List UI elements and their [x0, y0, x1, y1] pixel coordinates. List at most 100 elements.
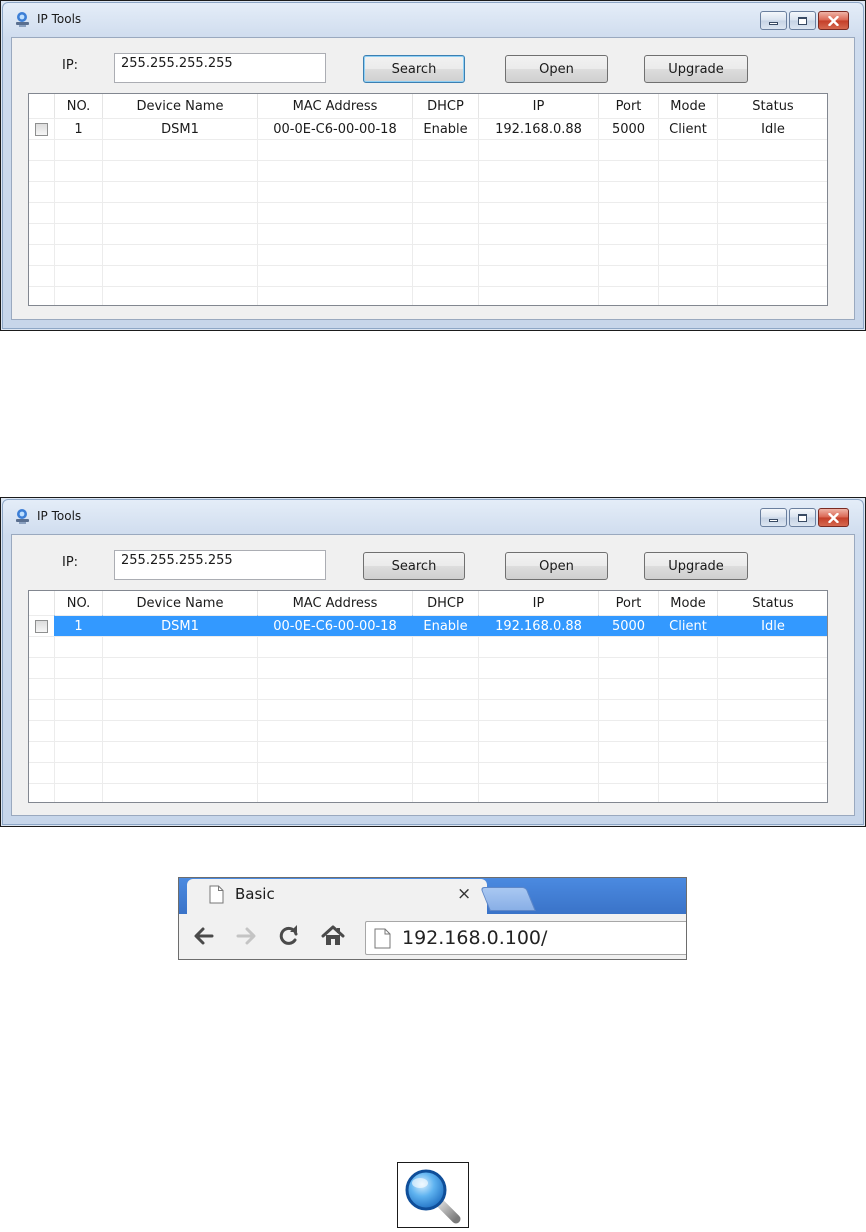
empty-cell	[103, 244, 258, 265]
empty-cell	[413, 139, 479, 160]
empty-cell	[55, 139, 103, 160]
empty-cell	[55, 762, 103, 783]
upgrade-button[interactable]: Upgrade	[644, 552, 748, 580]
reload-icon[interactable]	[276, 923, 302, 949]
empty-cell	[103, 160, 258, 181]
upgrade-button[interactable]: Upgrade	[644, 55, 748, 83]
ip-input[interactable]: 255.255.255.255	[114, 53, 326, 83]
empty-cell	[55, 244, 103, 265]
empty-table-row	[29, 223, 827, 244]
header-checkbox-column[interactable]	[29, 591, 55, 615]
close-button[interactable]	[818, 11, 849, 30]
column-header-dhcp[interactable]: DHCP	[413, 94, 479, 118]
table-row[interactable]: 1 DSM1 00-0E-C6-00-00-18 Enable 192.168.0.88…	[29, 615, 827, 636]
empty-table-row	[29, 160, 827, 181]
table-header: NO. Device Name MAC Address DHCP IP Port Mode S…	[29, 591, 827, 615]
new-tab-button[interactable]	[480, 887, 536, 911]
row-checkbox[interactable]	[35, 619, 48, 633]
empty-table-row	[29, 265, 827, 286]
empty-cell	[479, 244, 599, 265]
window-frame: IP Tools IP: 255.255.255.255 Search Open…	[2, 499, 864, 825]
column-header-mode[interactable]: Mode	[659, 94, 718, 118]
maximize-icon	[798, 16, 807, 25]
empty-cell	[659, 139, 718, 160]
column-header-mode[interactable]: Mode	[659, 591, 718, 615]
column-header-port[interactable]: Port	[599, 94, 659, 118]
row-checkbox[interactable]	[35, 122, 48, 136]
ip-input[interactable]: 255.255.255.255	[114, 550, 326, 580]
cell-device-name: DSM1	[103, 615, 258, 636]
empty-cell	[55, 699, 103, 720]
empty-cell	[718, 636, 827, 657]
empty-cell	[599, 762, 659, 783]
browser-tab[interactable]: Basic ×	[187, 879, 487, 915]
close-button[interactable]	[818, 508, 849, 527]
header-checkbox-column[interactable]	[29, 94, 55, 118]
open-button[interactable]: Open	[505, 55, 608, 83]
empty-cell	[55, 720, 103, 741]
open-button[interactable]: Open	[505, 552, 608, 580]
column-header-ip[interactable]: IP	[479, 591, 599, 615]
forward-arrow-icon[interactable]	[233, 923, 259, 949]
empty-cell	[258, 783, 413, 802]
empty-cell	[659, 657, 718, 678]
column-header-port[interactable]: Port	[599, 591, 659, 615]
empty-cell	[55, 286, 103, 305]
maximize-button[interactable]	[789, 508, 816, 527]
address-bar[interactable]: 192.168.0.100/	[365, 921, 686, 955]
column-header-device-name[interactable]: Device Name	[103, 591, 258, 615]
empty-cell	[659, 160, 718, 181]
empty-cell	[413, 657, 479, 678]
back-arrow-icon[interactable]	[191, 923, 217, 949]
empty-cell	[55, 783, 103, 802]
column-header-no[interactable]: NO.	[55, 591, 103, 615]
table-row[interactable]: 1 DSM1 00-0E-C6-00-00-18 Enable 192.168.0.88…	[29, 118, 827, 139]
empty-cell	[29, 657, 55, 678]
column-header-device-name[interactable]: Device Name	[103, 94, 258, 118]
empty-cell	[55, 657, 103, 678]
empty-cell	[718, 202, 827, 223]
empty-cell	[479, 160, 599, 181]
empty-cell	[659, 783, 718, 802]
column-header-ip[interactable]: IP	[479, 94, 599, 118]
empty-cell	[659, 699, 718, 720]
empty-cell	[258, 139, 413, 160]
minimize-button[interactable]	[760, 508, 787, 527]
column-header-status[interactable]: Status	[718, 94, 827, 118]
column-header-no[interactable]: NO.	[55, 94, 103, 118]
cell-device-name: DSM1	[103, 118, 258, 139]
cell-no: 1	[55, 615, 103, 636]
title-bar[interactable]: IP Tools	[9, 7, 857, 33]
maximize-button[interactable]	[789, 11, 816, 30]
empty-cell	[659, 202, 718, 223]
minimize-button[interactable]	[760, 11, 787, 30]
empty-cell	[103, 139, 258, 160]
empty-cell	[29, 783, 55, 802]
empty-cell	[599, 636, 659, 657]
search-button[interactable]: Search	[363, 552, 465, 580]
empty-cell	[29, 223, 55, 244]
empty-cell	[258, 181, 413, 202]
home-icon[interactable]	[320, 923, 346, 949]
empty-cell	[29, 181, 55, 202]
search-button[interactable]: Search	[363, 55, 465, 83]
title-bar[interactable]: IP Tools	[9, 504, 857, 530]
cell-ip: 192.168.0.88	[479, 615, 599, 636]
column-header-mac-address[interactable]: MAC Address	[258, 591, 413, 615]
column-header-mac-address[interactable]: MAC Address	[258, 94, 413, 118]
search-icon-image	[397, 1162, 469, 1228]
tab-close-icon[interactable]: ×	[457, 884, 471, 904]
empty-cell	[29, 160, 55, 181]
empty-cell	[479, 223, 599, 244]
empty-table-row	[29, 139, 827, 160]
empty-cell	[599, 678, 659, 699]
column-header-dhcp[interactable]: DHCP	[413, 591, 479, 615]
empty-cell	[659, 636, 718, 657]
empty-cell	[718, 720, 827, 741]
empty-cell	[103, 678, 258, 699]
cell-ip: 192.168.0.88	[479, 118, 599, 139]
empty-cell	[258, 160, 413, 181]
ip-tools-window: IP Tools IP: 255.255.255.255 Search Open…	[0, 497, 866, 827]
column-header-status[interactable]: Status	[718, 591, 827, 615]
empty-table-row	[29, 202, 827, 223]
